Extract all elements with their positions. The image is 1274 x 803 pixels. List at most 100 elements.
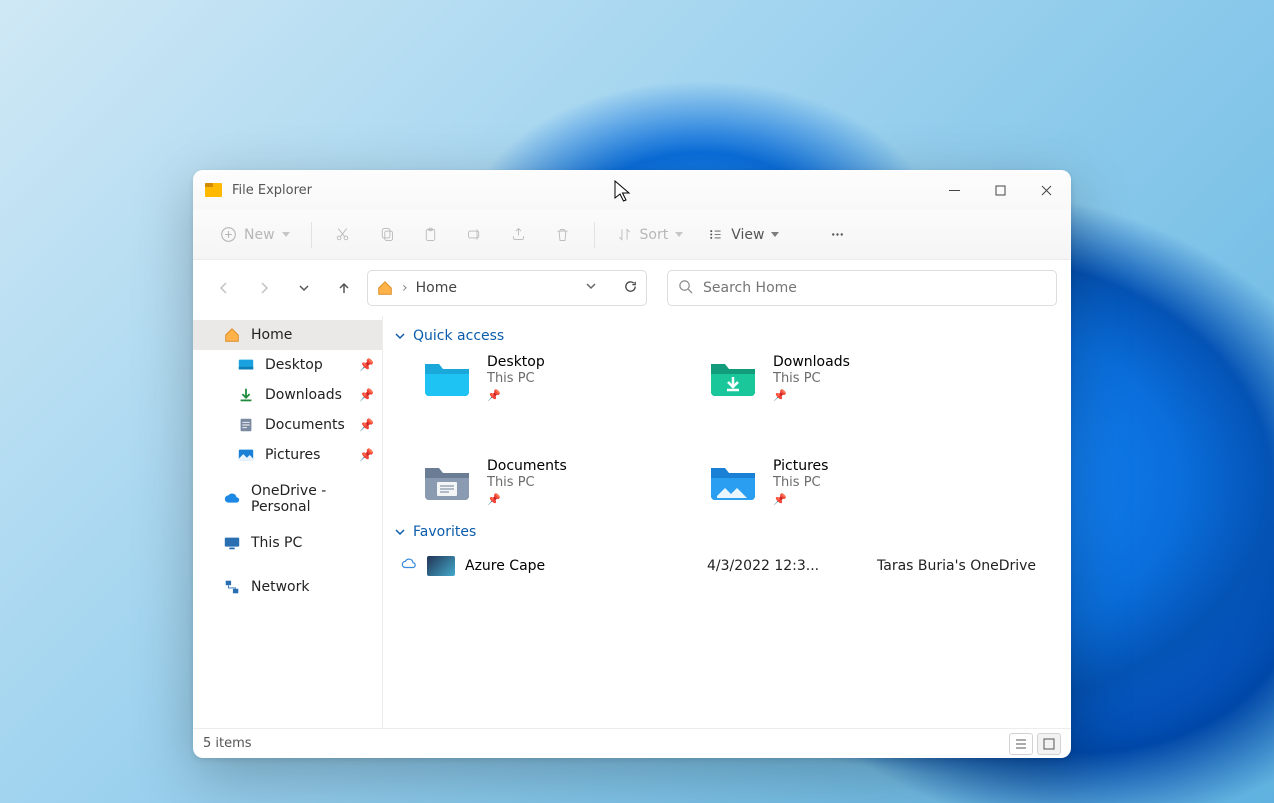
home-icon bbox=[223, 326, 241, 344]
sort-button[interactable]: Sort bbox=[607, 220, 693, 249]
dropdown-icon[interactable] bbox=[585, 280, 597, 296]
pin-icon: 📌 bbox=[487, 389, 545, 402]
view-icon bbox=[707, 226, 724, 243]
sidebar-item-label: Home bbox=[251, 327, 292, 343]
chevron-down-icon bbox=[282, 232, 290, 237]
pin-icon: 📌 bbox=[359, 418, 374, 432]
sidebar-item-home[interactable]: Home bbox=[193, 320, 382, 350]
cloud-icon bbox=[223, 490, 241, 508]
search-icon bbox=[678, 279, 693, 298]
download-icon bbox=[237, 386, 255, 404]
tiles-view-button[interactable] bbox=[1037, 733, 1061, 755]
documents-icon bbox=[237, 416, 255, 434]
close-button[interactable] bbox=[1023, 170, 1069, 210]
folder-pictures-icon bbox=[707, 458, 759, 502]
sidebar-item-label: OneDrive - Personal bbox=[251, 483, 374, 515]
home-icon bbox=[376, 279, 394, 297]
titlebar[interactable]: File Explorer bbox=[193, 170, 1071, 210]
pin-icon: 📌 bbox=[359, 388, 374, 402]
sidebar-item-label: This PC bbox=[251, 535, 302, 551]
trash-icon bbox=[554, 226, 571, 243]
desktop-icon bbox=[237, 356, 255, 374]
back-button[interactable] bbox=[207, 271, 241, 305]
sidebar-item-thispc[interactable]: This PC bbox=[193, 528, 382, 558]
chevron-down-icon bbox=[771, 232, 779, 237]
sidebar-item-label: Network bbox=[251, 579, 309, 595]
chevron-down-icon bbox=[393, 525, 407, 539]
address-row: › Home bbox=[193, 260, 1071, 316]
scissors-icon bbox=[334, 226, 351, 243]
pin-icon: 📌 bbox=[487, 493, 567, 506]
group-header-favorites[interactable]: Favorites bbox=[391, 520, 1057, 550]
folder-downloads-icon bbox=[707, 354, 759, 398]
cloud-sync-icon bbox=[401, 556, 417, 576]
sort-label: Sort bbox=[640, 227, 669, 243]
search-input[interactable] bbox=[703, 280, 1046, 296]
new-label: New bbox=[244, 227, 275, 243]
ellipsis-icon bbox=[829, 226, 846, 243]
chevron-down-icon bbox=[393, 329, 407, 343]
refresh-button[interactable] bbox=[623, 279, 638, 298]
clipboard-icon bbox=[422, 226, 439, 243]
paste-button[interactable] bbox=[412, 216, 450, 254]
new-button[interactable]: New bbox=[211, 220, 299, 249]
tile-desktop[interactable]: Desktop This PC 📌 bbox=[421, 354, 651, 402]
sidebar-item-downloads[interactable]: Downloads 📌 bbox=[193, 380, 382, 410]
view-label: View bbox=[731, 227, 764, 243]
tile-documents[interactable]: Documents This PC 📌 bbox=[421, 458, 651, 506]
share-button[interactable] bbox=[500, 216, 538, 254]
breadcrumb[interactable]: › Home bbox=[367, 270, 647, 306]
chevron-right-icon: › bbox=[402, 280, 408, 296]
maximize-button[interactable] bbox=[977, 170, 1023, 210]
item-count: 5 items bbox=[203, 736, 252, 751]
file-explorer-window: File Explorer New Sort bbox=[193, 170, 1071, 758]
view-button[interactable]: View bbox=[698, 220, 788, 249]
up-button[interactable] bbox=[327, 271, 361, 305]
more-button[interactable] bbox=[818, 216, 856, 254]
group-header-quickaccess[interactable]: Quick access bbox=[391, 324, 1057, 354]
tile-downloads[interactable]: Downloads This PC 📌 bbox=[707, 354, 937, 402]
pin-icon: 📌 bbox=[773, 389, 850, 402]
rename-button[interactable] bbox=[456, 216, 494, 254]
delete-button[interactable] bbox=[544, 216, 582, 254]
share-icon bbox=[510, 226, 527, 243]
pin-icon: 📌 bbox=[359, 358, 374, 372]
copy-button[interactable] bbox=[368, 216, 406, 254]
sidebar-item-documents[interactable]: Documents 📌 bbox=[193, 410, 382, 440]
minimize-button[interactable] bbox=[931, 170, 977, 210]
recent-locations-button[interactable] bbox=[287, 271, 321, 305]
sidebar-item-pictures[interactable]: Pictures 📌 bbox=[193, 440, 382, 470]
window-title: File Explorer bbox=[232, 183, 312, 198]
search-box[interactable] bbox=[667, 270, 1057, 306]
toolbar: New Sort View bbox=[193, 210, 1071, 260]
pin-icon: 📌 bbox=[773, 493, 828, 506]
app-icon bbox=[205, 183, 222, 197]
copy-icon bbox=[378, 226, 395, 243]
sidebar-item-label: Downloads bbox=[265, 387, 342, 403]
cut-button[interactable] bbox=[324, 216, 362, 254]
favorite-item[interactable]: Azure Cape 4/3/2022 12:3... Taras Buria'… bbox=[391, 550, 1057, 582]
favorite-date: 4/3/2022 12:3... bbox=[707, 558, 847, 574]
favorite-name: Azure Cape bbox=[465, 558, 677, 574]
folder-desktop-icon bbox=[421, 354, 473, 398]
sort-icon bbox=[616, 226, 633, 243]
rename-icon bbox=[466, 226, 483, 243]
breadcrumb-location: Home bbox=[416, 280, 457, 296]
thumbnail bbox=[427, 556, 455, 576]
sidebar-item-desktop[interactable]: Desktop 📌 bbox=[193, 350, 382, 380]
tile-pictures[interactable]: Pictures This PC 📌 bbox=[707, 458, 937, 506]
sidebar: Home Desktop 📌 Downloads 📌 Documents 📌 P… bbox=[193, 316, 383, 728]
sidebar-item-onedrive[interactable]: OneDrive - Personal bbox=[193, 484, 382, 514]
favorite-location: Taras Buria's OneDrive bbox=[877, 558, 1057, 574]
plus-circle-icon bbox=[220, 226, 237, 243]
pictures-icon bbox=[237, 446, 255, 464]
sidebar-item-label: Desktop bbox=[265, 357, 323, 373]
monitor-icon bbox=[223, 534, 241, 552]
network-icon bbox=[223, 578, 241, 596]
status-bar: 5 items bbox=[193, 728, 1071, 758]
pin-icon: 📌 bbox=[359, 448, 374, 462]
folder-documents-icon bbox=[421, 458, 473, 502]
sidebar-item-network[interactable]: Network bbox=[193, 572, 382, 602]
forward-button[interactable] bbox=[247, 271, 281, 305]
details-view-button[interactable] bbox=[1009, 733, 1033, 755]
